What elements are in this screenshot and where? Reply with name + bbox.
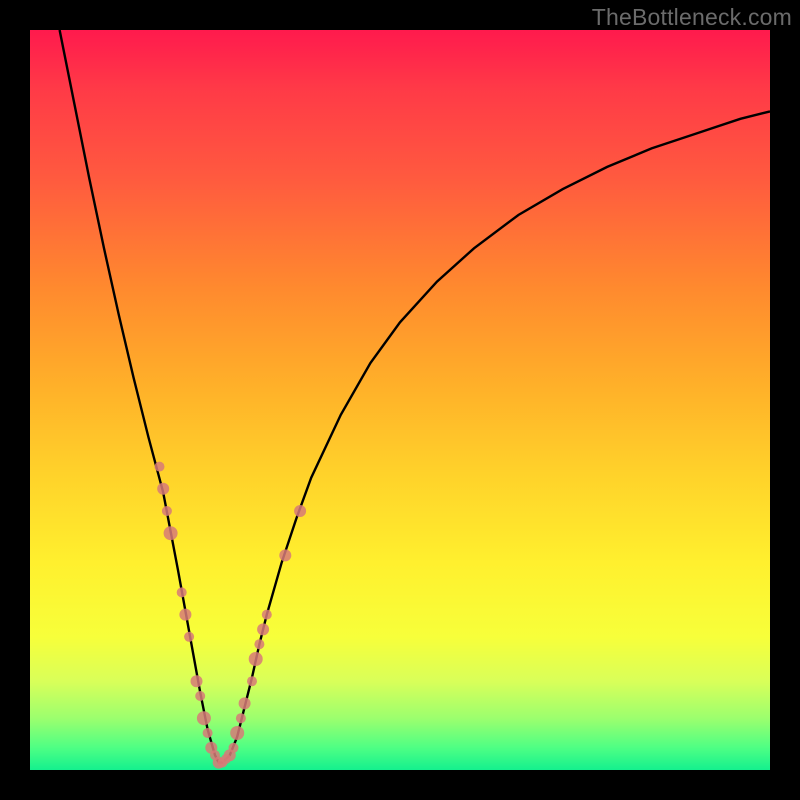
data-point bbox=[179, 609, 191, 621]
data-point bbox=[249, 652, 263, 666]
data-point bbox=[230, 726, 244, 740]
data-point bbox=[229, 743, 239, 753]
data-point bbox=[191, 675, 203, 687]
data-point bbox=[294, 505, 306, 517]
data-point bbox=[257, 623, 269, 635]
data-point bbox=[162, 506, 172, 516]
chart-overlay-svg bbox=[30, 30, 770, 770]
data-point bbox=[195, 691, 205, 701]
bottleneck-curve bbox=[60, 30, 770, 763]
data-point bbox=[157, 483, 169, 495]
data-point bbox=[197, 711, 211, 725]
data-point bbox=[236, 713, 246, 723]
data-point bbox=[155, 462, 165, 472]
data-point bbox=[164, 526, 178, 540]
data-point bbox=[279, 549, 291, 561]
data-point bbox=[239, 697, 251, 709]
chart-frame: TheBottleneck.com bbox=[0, 0, 800, 800]
data-point bbox=[203, 728, 213, 738]
scatter-points bbox=[155, 462, 307, 769]
data-point bbox=[247, 676, 257, 686]
data-point bbox=[254, 639, 264, 649]
data-point bbox=[177, 587, 187, 597]
watermark-text: TheBottleneck.com bbox=[592, 4, 792, 31]
data-point bbox=[262, 610, 272, 620]
data-point bbox=[184, 632, 194, 642]
